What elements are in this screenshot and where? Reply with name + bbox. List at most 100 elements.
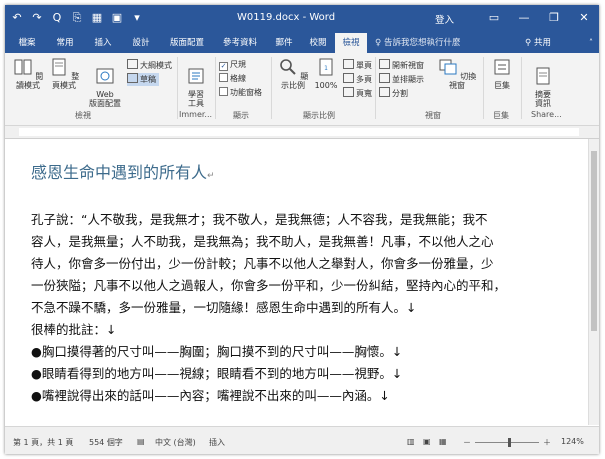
ribbon-view: 閱讀模式 整頁模式 Web 版面配置 大綱模式 草稿 檢視 學習 工具 Imme… <box>5 53 599 126</box>
group-separator <box>483 57 484 119</box>
group-label-sharepoint: Share... <box>531 110 562 119</box>
zoom-slider-thumb[interactable] <box>508 438 511 447</box>
copy-icon[interactable]: ⎘ <box>69 10 85 26</box>
one-page-icon <box>343 59 354 69</box>
tab-home[interactable]: 常用 <box>49 33 81 53</box>
zoom-in-button[interactable]: ＋ <box>543 437 551 448</box>
vertical-scrollbar[interactable] <box>588 139 599 425</box>
redo-icon[interactable]: ↷ <box>29 10 45 26</box>
quick-access-toolbar: ↶ ↷ Q ⎘ ▦ ▣ ▾ <box>9 10 145 26</box>
zoom-button[interactable]: 顯示比例 <box>275 57 311 90</box>
print-layout-view-icon[interactable]: ▣ <box>423 437 431 446</box>
print-preview-icon[interactable]: Q <box>49 10 65 26</box>
ruler-track <box>19 128 579 136</box>
split-icon <box>379 87 390 97</box>
print-layout-button[interactable]: 整頁模式 <box>47 57 81 90</box>
restore-button[interactable]: ❐ <box>539 5 569 31</box>
outline-icon <box>127 59 138 69</box>
macros-button[interactable]: 巨集 <box>487 57 517 90</box>
multi-page-button[interactable]: 多頁 <box>343 73 372 86</box>
close-button[interactable]: ✕ <box>569 5 599 31</box>
switch-window-button[interactable]: 切換視窗 <box>437 57 477 90</box>
draft-button[interactable]: 草稿 <box>127 73 159 86</box>
learning-tools-button[interactable]: 學習 工具 <box>181 57 211 108</box>
document-heading: 感恩生命中遇到的所有人↵ <box>31 163 215 182</box>
window-title: W0119.docx - Word <box>237 12 336 23</box>
zoom-100-button[interactable]: 1 100% <box>313 57 339 90</box>
checkbox-checked-icon: ✓ <box>219 62 228 71</box>
undo-icon[interactable]: ↶ <box>9 10 25 26</box>
bullet-line: ●胸口摸得著的尺寸叫——胸圍；胸口摸不到的尺寸叫——胸懷。↓ <box>31 344 403 359</box>
split-button[interactable]: 分割 <box>379 87 408 100</box>
window-controls: ▭ — ❐ ✕ <box>479 5 599 31</box>
read-mode-icon <box>14 59 32 75</box>
customize-qat-icon[interactable]: ▾ <box>129 10 145 26</box>
horizontal-ruler[interactable] <box>5 126 599 139</box>
lightbulb-icon: ♀ <box>375 38 382 48</box>
group-separator <box>177 57 178 119</box>
new-window-button[interactable]: 開新視窗 <box>379 59 424 72</box>
tab-mailings[interactable]: 郵件 <box>269 33 299 53</box>
arrange-all-button[interactable]: 並排顯示 <box>379 73 424 86</box>
text-line: 很棒的批註：↓ <box>31 322 117 337</box>
zoom-slider[interactable] <box>475 442 539 443</box>
macros-icon <box>494 59 510 75</box>
share-button[interactable]: ⚲ 共用 <box>525 33 551 53</box>
checkbox-icon <box>219 87 228 96</box>
web-layout-view-icon[interactable]: ▦ <box>439 437 447 446</box>
text-line: 一份狹隘；凡事不以他人之過報人，你會多一份平和，少一份糾結，堅持內心的平和， <box>31 278 507 293</box>
web-layout-icon <box>96 68 114 84</box>
group-label-views: 檢視 <box>75 111 91 120</box>
properties-button[interactable]: 摘要 資訊 <box>527 57 559 108</box>
sign-in-link[interactable]: 登入 <box>435 12 454 26</box>
tab-review[interactable]: 校閱 <box>303 33 333 53</box>
gridlines-checkbox[interactable]: 格線 <box>219 73 246 85</box>
group-separator <box>375 57 376 119</box>
language[interactable]: 中文 (台灣) <box>155 437 196 448</box>
proofing-icon[interactable]: ▤ <box>137 437 145 446</box>
bullet-line: ●眼睛看得到的地方叫——視線；眼睛看不到的地方叫——視野。↓ <box>31 366 403 381</box>
word-window: ↶ ↷ Q ⎘ ▦ ▣ ▾ W0119.docx - Word 登入 ▭ — ❐… <box>5 5 599 454</box>
read-mode-button[interactable]: 閱讀模式 <box>11 57 45 90</box>
group-label-show: 顯示 <box>233 111 249 120</box>
table-icon[interactable]: ▣ <box>109 10 125 26</box>
collapse-ribbon-icon[interactable]: ˄ <box>589 33 593 53</box>
group-separator <box>271 57 272 119</box>
tab-file[interactable]: 檔案 <box>11 33 43 53</box>
one-page-button[interactable]: 單頁 <box>343 59 372 72</box>
group-label-window: 視窗 <box>425 111 441 120</box>
zoom-out-button[interactable]: － <box>463 437 471 448</box>
tab-layout[interactable]: 版面配置 <box>163 33 211 53</box>
tab-view[interactable]: 檢視 <box>335 33 367 53</box>
page-width-button[interactable]: 頁寬 <box>343 87 372 100</box>
nav-pane-checkbox[interactable]: 功能窗格 <box>219 87 262 99</box>
multi-page-icon <box>343 73 354 83</box>
tell-me-search[interactable]: ♀ 告訴我您想執行什麼 <box>375 33 460 53</box>
tab-design[interactable]: 設計 <box>125 33 157 53</box>
new-window-icon <box>379 59 390 69</box>
web-layout-button[interactable]: Web 版面配置 <box>85 57 125 108</box>
insert-mode[interactable]: 插入 <box>209 437 225 448</box>
tab-references[interactable]: 參考資料 <box>215 33 265 53</box>
scroll-thumb[interactable] <box>591 151 597 331</box>
properties-icon <box>536 67 550 85</box>
title-bar: ↶ ↷ Q ⎘ ▦ ▣ ▾ W0119.docx - Word 登入 ▭ — ❐… <box>5 5 599 33</box>
minimize-button[interactable]: — <box>509 5 539 31</box>
outline-button[interactable]: 大綱模式 <box>127 59 172 72</box>
ribbon-tabs: 檔案 常用 插入 設計 版面配置 參考資料 郵件 校閱 檢視 ♀ 告訴我您想執行… <box>5 33 599 53</box>
word-count[interactable]: 554 個字 <box>89 437 123 448</box>
status-bar: 第 1 頁，共 1 頁 554 個字 ▤ 中文 (台灣) 插入 ▥ ▣ ▦ － … <box>5 426 599 454</box>
group-separator <box>215 57 216 119</box>
ruler-checkbox[interactable]: ✓ 尺規 <box>219 59 246 71</box>
zoom-level[interactable]: 124% <box>561 437 584 446</box>
save-icon[interactable]: ▦ <box>89 10 105 26</box>
ribbon-options-icon[interactable]: ▭ <box>479 5 509 31</box>
group-label-zoom: 顯示比例 <box>303 111 335 120</box>
page-count[interactable]: 第 1 頁，共 1 頁 <box>13 437 73 448</box>
document-page[interactable]: 感恩生命中遇到的所有人↵ 孔子說：“人不敬我，是我無才；我不敬人，是我無德；人不… <box>5 139 589 425</box>
svg-text:1: 1 <box>324 65 328 72</box>
read-mode-view-icon[interactable]: ▥ <box>407 437 415 446</box>
draft-icon <box>127 73 138 83</box>
tab-insert[interactable]: 插入 <box>87 33 119 53</box>
page-width-icon <box>343 87 354 97</box>
